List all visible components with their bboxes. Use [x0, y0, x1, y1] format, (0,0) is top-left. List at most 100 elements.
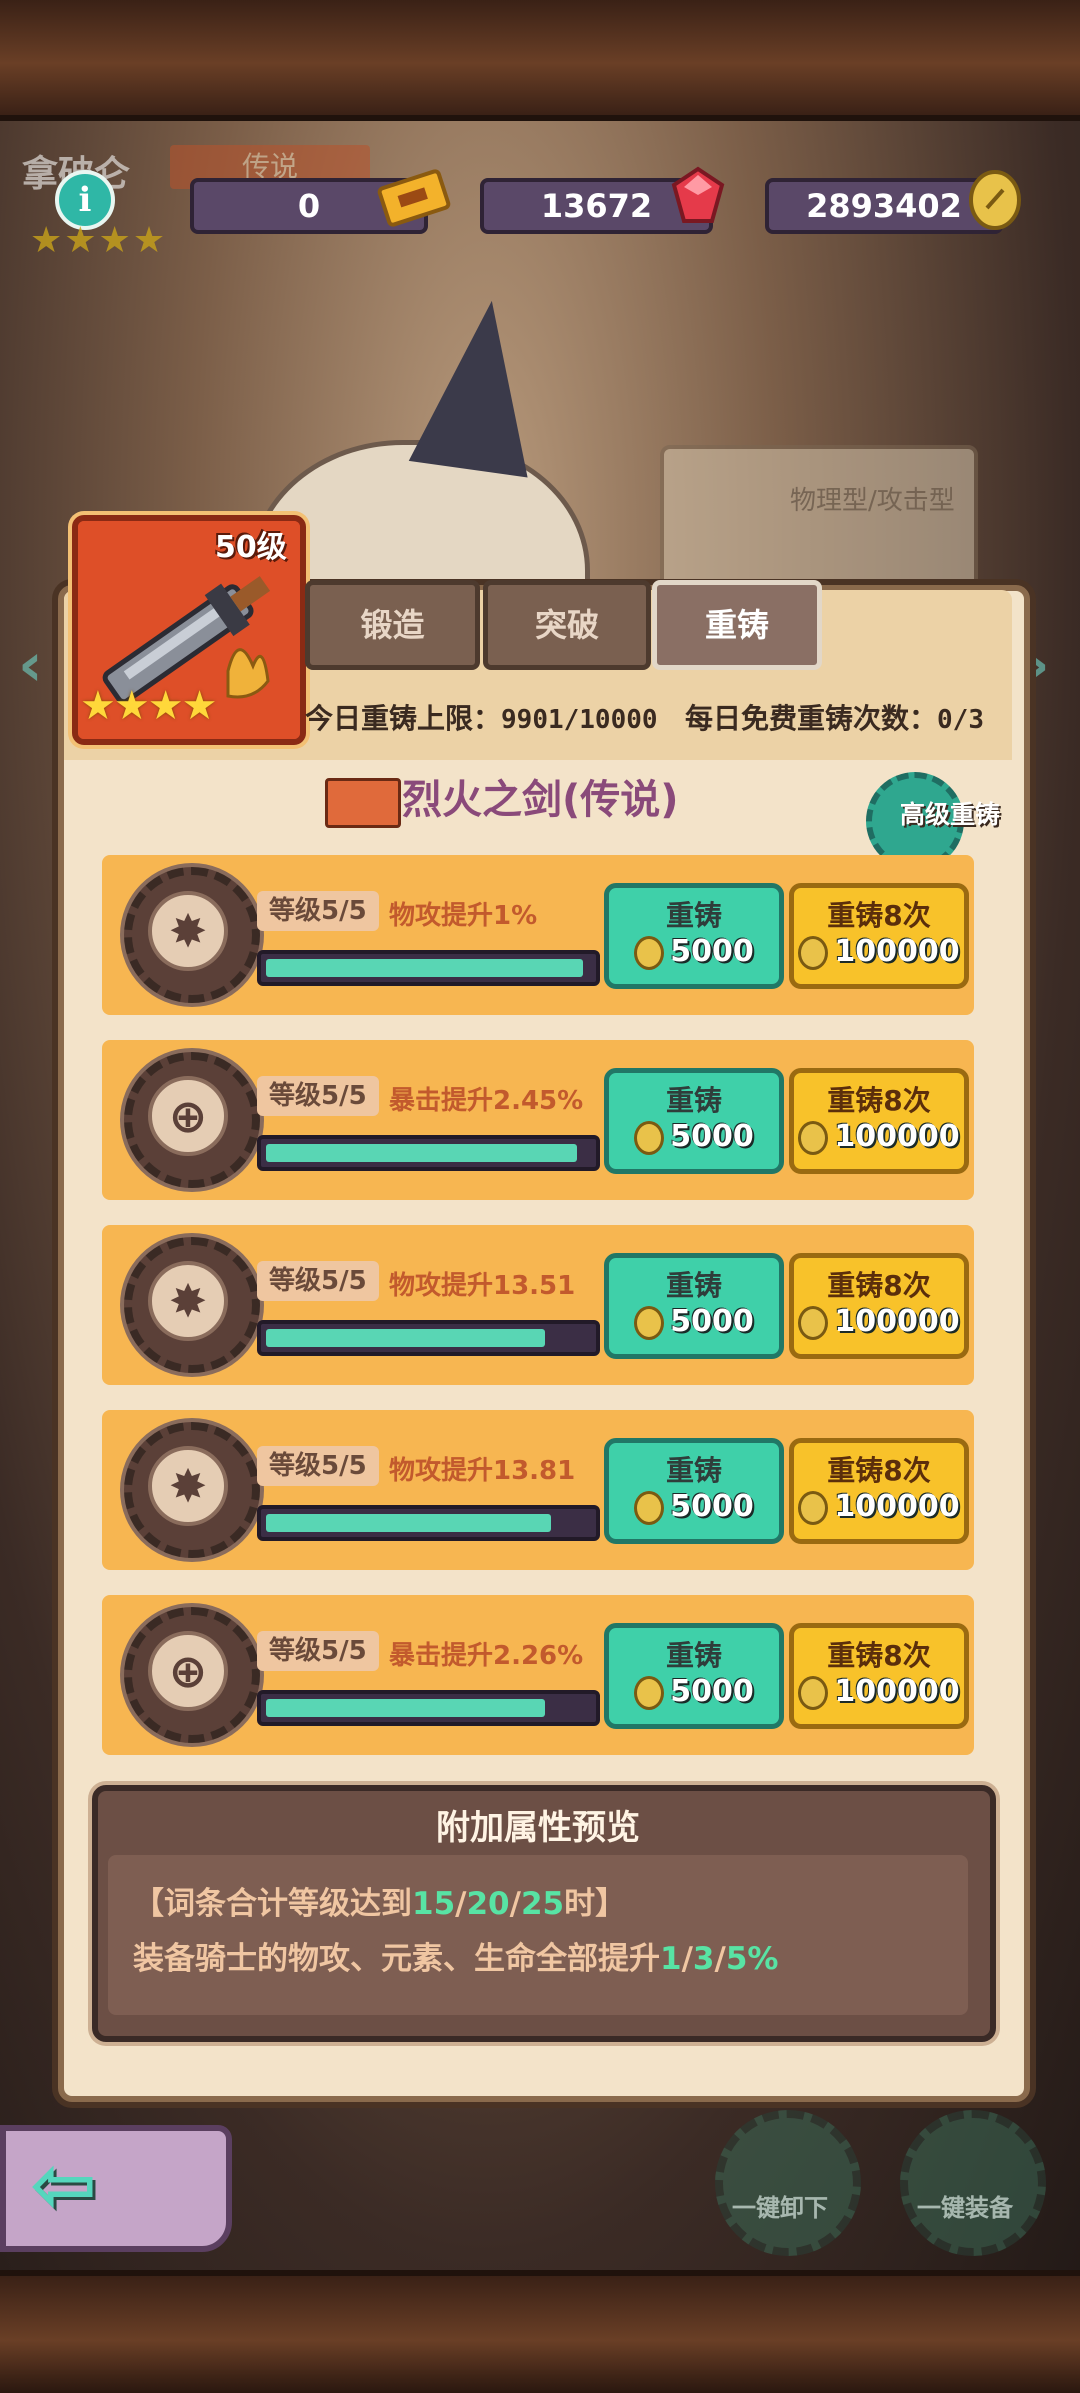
reforge-eight-button[interactable]: 重铸8次 100000 — [789, 1253, 969, 1359]
cost-value: 100000 — [834, 934, 960, 969]
attribute-level: 等级5/5 — [257, 1446, 379, 1486]
reforge-eight-cost: 100000 — [794, 1489, 964, 1525]
coin-icon — [634, 1490, 665, 1525]
bonus-value-1: 1 — [660, 1941, 682, 1977]
attack-gear-icon: ✸ — [124, 1237, 260, 1373]
reforge-once-button[interactable]: 重铸 5000 — [604, 1253, 784, 1359]
reforge-once-cost: 5000 — [609, 934, 779, 970]
reforge-once-button[interactable]: 重铸 5000 — [604, 1068, 784, 1174]
coin-icon — [634, 1675, 665, 1710]
tab-reforge[interactable]: 重铸 — [652, 580, 822, 670]
free-reforge-count: 每日免费重铸次数：0/3 — [685, 697, 984, 737]
crit-gear-icon: ⊕ — [124, 1607, 260, 1743]
reforge-eight-button[interactable]: 重铸8次 100000 — [789, 1438, 969, 1544]
item-level: 50级 — [215, 530, 287, 565]
ticket-icon — [377, 169, 451, 227]
equip-all-label: 一键装备 — [917, 2194, 1013, 2222]
attack-gear-icon: ✸ — [124, 867, 260, 1003]
attribute-level: 等级5/5 — [257, 1261, 379, 1301]
coin-icon — [798, 1675, 829, 1710]
reforge-eight-label: 重铸8次 — [827, 1084, 931, 1117]
bonus-effect: 装备骑士的物攻、元素、生命全部提升1/3/5% — [133, 1941, 779, 1977]
unequip-all-button[interactable] — [715, 2110, 861, 2256]
attribute-progress-bar — [257, 950, 600, 986]
gear-center: ✸ — [148, 1446, 228, 1526]
attribute-bonus: 物攻提升13.51 — [389, 1271, 576, 1301]
tab-breakthrough[interactable]: 突破 — [483, 580, 651, 670]
unequip-all-label: 一键卸下 — [732, 2194, 828, 2222]
reforge-eight-label: 重铸8次 — [827, 1454, 931, 1487]
attribute-level: 等级5/5 — [257, 1076, 379, 1116]
burst-icon: ✸ — [168, 1459, 208, 1513]
reforge-once-label: 重铸 — [665, 1269, 722, 1302]
bonus-value-2: 3 — [692, 1941, 715, 1977]
advanced-reforge-button[interactable]: 高级重铸 — [900, 795, 1000, 831]
tab-forge[interactable]: 锻造 — [305, 580, 480, 670]
back-arrow-icon: ⇦ — [30, 2138, 98, 2231]
bonus-condition-suffix: 时】 — [564, 1886, 627, 1922]
threshold-2: 20 — [466, 1886, 510, 1922]
attribute-bonus: 暴击提升2.45% — [389, 1086, 584, 1116]
attribute-progress-bar — [257, 1320, 600, 1356]
reforge-eight-cost: 100000 — [794, 1119, 964, 1155]
prev-arrow-icon[interactable]: ‹ — [18, 630, 43, 700]
burst-icon: ✸ — [168, 1274, 208, 1328]
gear-center: ⊕ — [148, 1076, 228, 1156]
gear-center: ⊕ — [148, 1631, 228, 1711]
coin-icon — [634, 1305, 665, 1340]
reforge-eight-cost: 100000 — [794, 1674, 964, 1710]
reforge-eight-button[interactable]: 重铸8次 100000 — [789, 1623, 969, 1729]
reforge-once-button[interactable]: 重铸 5000 — [604, 883, 784, 989]
reforge-once-cost: 5000 — [609, 1489, 779, 1525]
bonus-condition-prefix: 【词条合计等级达到 — [133, 1886, 412, 1922]
coin-icon — [798, 1305, 829, 1340]
progress-fill — [266, 1514, 551, 1532]
reforge-eight-button[interactable]: 重铸8次 100000 — [789, 1068, 969, 1174]
reforge-row: ✸ 等级5/5 物攻提升13.81 重铸 5000 重铸8次 100000 — [102, 1410, 974, 1570]
gear-center: ✸ — [148, 1261, 228, 1341]
attribute-level: 等级5/5 — [257, 1631, 379, 1671]
daily-limit: 今日重铸上限：9901/10000 — [305, 697, 658, 737]
bottom-wood-frame — [0, 2270, 1080, 2393]
hero-hat — [408, 292, 552, 478]
item-name: 烈火之剑(传说) — [402, 777, 679, 823]
hero-type-panel — [660, 445, 978, 593]
cost-value: 5000 — [670, 1119, 754, 1154]
equip-all-button[interactable] — [900, 2110, 1046, 2256]
threshold-1: 15 — [412, 1886, 456, 1922]
reforge-eight-cost: 100000 — [794, 1304, 964, 1340]
top-wood-frame — [0, 0, 1080, 121]
progress-fill — [266, 959, 583, 977]
reforge-once-label: 重铸 — [665, 899, 722, 932]
coin-icon — [798, 1490, 829, 1525]
hero-stars: ★★★★ — [30, 220, 168, 261]
reforge-once-cost: 5000 — [609, 1119, 779, 1155]
bonus-effect-prefix: 装备骑士的物攻、元素、生命全部提升 — [133, 1941, 660, 1977]
free-reforge-label: 每日免费重铸次数： — [685, 702, 938, 735]
cost-value: 5000 — [670, 1489, 754, 1524]
reforge-once-label: 重铸 — [665, 1639, 722, 1672]
attribute-progress-bar — [257, 1135, 600, 1171]
threshold-3: 25 — [520, 1886, 565, 1922]
coin-icon — [798, 935, 829, 970]
attribute-progress-bar — [257, 1505, 600, 1541]
attribute-progress-bar — [257, 1690, 600, 1726]
burst-icon: ✸ — [168, 904, 208, 958]
cost-value: 100000 — [834, 1489, 960, 1524]
crosshair-icon: ⊕ — [168, 1089, 208, 1143]
gear-center: ✸ — [148, 891, 228, 971]
gem-icon — [671, 166, 725, 223]
reforge-once-cost: 5000 — [609, 1674, 779, 1710]
reforge-once-button[interactable]: 重铸 5000 — [604, 1623, 784, 1729]
reforge-eight-label: 重铸8次 — [827, 899, 931, 932]
bonus-value-3: 5% — [725, 1941, 779, 1977]
reforge-eight-button[interactable]: 重铸8次 100000 — [789, 883, 969, 989]
crit-gear-icon: ⊕ — [124, 1052, 260, 1188]
reforge-row: ⊕ 等级5/5 暴击提升2.45% 重铸 5000 重铸8次 100000 — [102, 1040, 974, 1200]
cost-value: 100000 — [834, 1119, 960, 1154]
reforge-eight-label: 重铸8次 — [827, 1639, 931, 1672]
attribute-bonus: 物攻提升1% — [389, 901, 538, 931]
reforge-once-button[interactable]: 重铸 5000 — [604, 1438, 784, 1544]
reforge-row: ✸ 等级5/5 物攻提升13.51 重铸 5000 重铸8次 100000 — [102, 1225, 974, 1385]
reforge-row: ⊕ 等级5/5 暴击提升2.26% 重铸 5000 重铸8次 100000 — [102, 1595, 974, 1755]
